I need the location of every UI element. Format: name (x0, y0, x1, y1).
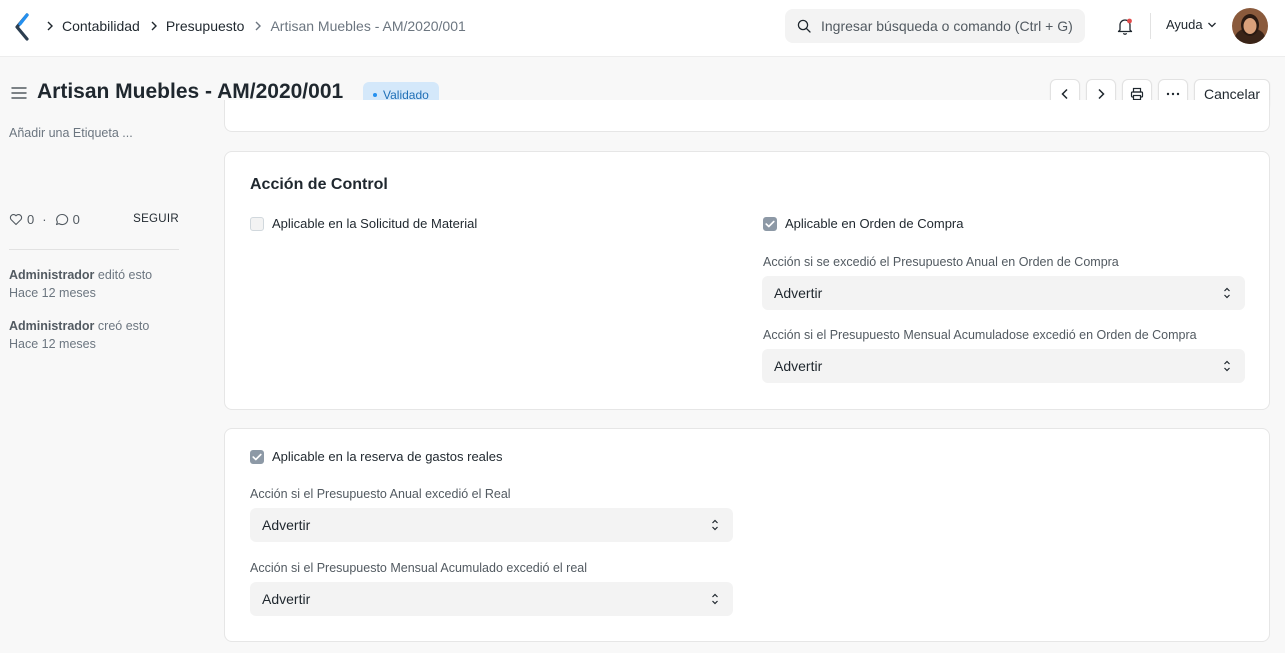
control-action-section: Acción de Control Aplicable en la Solici… (224, 151, 1270, 410)
select-value: Advertir (262, 591, 311, 607)
annual-po-action-label: Acción si se excedió el Presupuesto Anua… (763, 255, 1119, 269)
search-input[interactable]: Ingresar búsqueda o comando (Ctrl + G) (785, 9, 1085, 43)
monthly-po-action-select[interactable]: Advertir (762, 349, 1245, 383)
chevron-right-icon (1098, 88, 1105, 100)
search-icon (797, 19, 811, 33)
select-arrows-icon (712, 593, 718, 605)
printer-icon (1130, 87, 1144, 101)
ellipsis-icon (1166, 92, 1180, 96)
activity-user[interactable]: Administrador (9, 268, 94, 282)
actual-expenses-checkbox-row[interactable]: Aplicable en la reserva de gastos reales (250, 449, 503, 464)
select-arrows-icon (712, 519, 718, 531)
check-icon (765, 220, 775, 227)
monthly-actual-action-label: Acción si el Presupuesto Mensual Acumula… (250, 561, 587, 575)
checkbox-label: Aplicable en la Solicitud de Material (272, 216, 478, 231)
comments-count: 0 (72, 212, 80, 227)
select-arrows-icon (1224, 287, 1230, 299)
material-request-checkbox-row[interactable]: Aplicable en la Solicitud de Material (250, 216, 477, 231)
chevron-right-icon (254, 21, 262, 31)
breadcrumb-contabilidad[interactable]: Contabilidad (62, 18, 140, 34)
navbar: Contabilidad Presupuesto Artisan Muebles… (0, 0, 1285, 57)
activity-time: Hace 12 meses (9, 286, 96, 300)
separator-dot: · (42, 212, 47, 227)
breadcrumb-presupuesto[interactable]: Presupuesto (166, 18, 245, 34)
add-tag-link[interactable]: Añadir una Etiqueta ... (9, 126, 133, 140)
help-menu[interactable]: Ayuda (1166, 17, 1217, 32)
breadcrumb-current[interactable]: Artisan Muebles - AM/2020/001 (270, 18, 465, 34)
hamburger-menu-icon[interactable] (11, 86, 27, 100)
select-value: Advertir (262, 517, 311, 533)
notification-bell-icon[interactable] (1116, 17, 1134, 35)
section-title: Acción de Control (250, 176, 388, 193)
avatar[interactable] (1232, 8, 1268, 44)
actual-expenses-section: Aplicable en la reserva de gastos reales… (224, 428, 1270, 642)
annual-actual-action-select[interactable]: Advertir (250, 508, 733, 542)
select-arrows-icon (1224, 360, 1230, 372)
purchase-order-checkbox[interactable] (763, 216, 777, 231)
activity-action: creó esto (97, 319, 150, 333)
activity-item: Administrador creó esto Hace 12 meses (9, 317, 149, 353)
likes-count: 0 (27, 212, 35, 227)
status-dot-icon (373, 92, 377, 97)
annual-actual-action-label: Acción si el Presupuesto Anual excedió e… (250, 487, 511, 501)
comment-icon[interactable] (55, 213, 69, 226)
chevron-left-icon (1061, 88, 1068, 100)
chevron-right-icon (46, 21, 54, 31)
purchase-order-checkbox-row[interactable]: Aplicable en Orden de Compra (763, 216, 964, 231)
activity-item: Administrador editó esto Hace 12 meses (9, 266, 152, 302)
select-value: Advertir (774, 285, 823, 301)
follow-button[interactable]: SEGUIR (133, 213, 179, 225)
previous-section-card (224, 100, 1270, 132)
activity-time: Hace 12 meses (9, 337, 96, 351)
app-logo-icon[interactable] (12, 13, 32, 41)
chevron-down-icon (1207, 22, 1216, 27)
help-label: Ayuda (1166, 17, 1203, 32)
search-placeholder: Ingresar búsqueda o comando (Ctrl + G) (821, 18, 1073, 34)
heart-icon[interactable] (9, 213, 23, 226)
monthly-po-action-label: Acción si el Presupuesto Mensual Acumula… (763, 328, 1197, 342)
annual-po-action-select[interactable]: Advertir (762, 276, 1245, 310)
select-value: Advertir (774, 358, 823, 374)
checkbox-label: Aplicable en Orden de Compra (785, 216, 964, 231)
activity-action: editó esto (97, 268, 153, 282)
activity-user[interactable]: Administrador (9, 319, 94, 333)
chevron-right-icon (150, 21, 158, 31)
check-icon (252, 453, 262, 460)
sidebar-divider (9, 249, 179, 250)
breadcrumb: Contabilidad Presupuesto Artisan Muebles… (46, 0, 476, 51)
monthly-actual-action-select[interactable]: Advertir (250, 582, 733, 616)
actual-expenses-checkbox[interactable] (250, 449, 264, 464)
material-request-checkbox[interactable] (250, 216, 264, 231)
navbar-divider (1150, 13, 1151, 39)
checkbox-label: Aplicable en la reserva de gastos reales (272, 449, 503, 464)
